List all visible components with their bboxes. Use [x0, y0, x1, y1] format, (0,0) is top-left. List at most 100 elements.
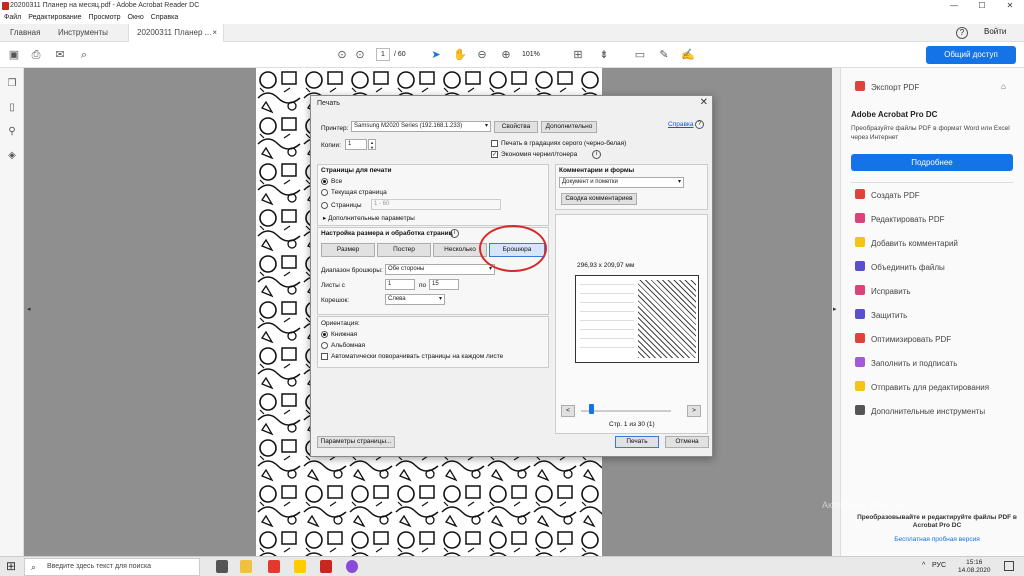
- ink-save-checkbox[interactable]: ✓: [491, 151, 498, 158]
- menu-view[interactable]: Просмотр: [89, 14, 121, 21]
- menu-file[interactable]: Файл: [4, 14, 21, 21]
- layers-icon[interactable]: ◈: [5, 150, 19, 164]
- tool-item[interactable]: Добавить комментарий: [855, 236, 1023, 252]
- sheets-from-input[interactable]: 1: [385, 279, 415, 290]
- acrobat-taskbar-icon[interactable]: [320, 560, 332, 573]
- export-pdf-item[interactable]: Экспорт PDF: [855, 80, 1023, 96]
- print-icon[interactable]: ⎙: [28, 47, 44, 63]
- save-icon[interactable]: ▣: [6, 47, 22, 63]
- preview-slider[interactable]: [581, 410, 671, 412]
- tool-item[interactable]: Отправить для редактирования: [855, 380, 1023, 396]
- auto-rotate-checkbox[interactable]: [321, 353, 328, 360]
- yandex-browser-icon[interactable]: [268, 560, 280, 573]
- sign-icon[interactable]: ✍: [680, 47, 696, 63]
- poster-button[interactable]: Постер: [377, 243, 431, 257]
- app-icon[interactable]: [346, 560, 358, 573]
- tool-item[interactable]: Объединить файлы: [855, 260, 1023, 276]
- comment-icon[interactable]: ▭: [632, 47, 648, 63]
- zoom-in-icon[interactable]: ⊕: [498, 47, 514, 63]
- cancel-button[interactable]: Отмена: [665, 436, 709, 448]
- zoom-out-icon[interactable]: ⊖: [474, 47, 490, 63]
- dialog-close-icon[interactable]: ✕: [700, 97, 708, 108]
- close-window-button[interactable]: ✕: [1000, 0, 1020, 12]
- menu-edit[interactable]: Редактирование: [28, 14, 81, 21]
- tool-item[interactable]: Заполнить и подписать: [855, 356, 1023, 372]
- copies-input[interactable]: 1: [345, 139, 367, 150]
- more-options-toggle[interactable]: ▸ Дополнительные параметры: [323, 214, 415, 222]
- binding-select[interactable]: Слева ▾: [385, 294, 445, 305]
- preview-slider-thumb[interactable]: [589, 404, 594, 414]
- share-button[interactable]: Общий доступ: [926, 46, 1016, 64]
- activation-watermark: Активация Windows: [822, 500, 905, 510]
- sign-in-link[interactable]: Войти: [984, 27, 1006, 36]
- fit-page-icon[interactable]: ⊞: [570, 47, 586, 63]
- tool-item[interactable]: Создать PDF: [855, 188, 1023, 204]
- size-button[interactable]: Размер: [321, 243, 375, 257]
- printer-select[interactable]: Samsung M2020 Series (192.168.1.233) ▾: [351, 121, 491, 132]
- menu-help[interactable]: Справка: [151, 14, 178, 21]
- file-explorer-icon[interactable]: [240, 560, 252, 573]
- tab-document[interactable]: 20200311 Планер ... ×: [128, 24, 224, 42]
- landscape-radio[interactable]: [321, 342, 328, 349]
- tool-item[interactable]: Исправить: [855, 284, 1023, 300]
- tab-close-icon[interactable]: ×: [212, 24, 217, 42]
- preview-prev-button[interactable]: <: [561, 405, 575, 417]
- tool-item[interactable]: Защитить: [855, 308, 1023, 324]
- clock[interactable]: 15:16 14.08.2020: [958, 559, 991, 575]
- tab-tools[interactable]: Инструменты: [50, 24, 116, 42]
- free-trial-link[interactable]: Бесплатная пробная версия: [851, 536, 1023, 543]
- page-range-radio[interactable]: [321, 202, 328, 209]
- scroll-mode-icon[interactable]: ⇟: [596, 47, 612, 63]
- tray-up-icon[interactable]: ^: [922, 562, 925, 569]
- next-page-icon[interactable]: ⊙: [352, 47, 368, 63]
- page-range-input[interactable]: 1 - 60: [371, 199, 501, 210]
- help-link[interactable]: Справка: [668, 121, 694, 128]
- task-view-icon[interactable]: [216, 560, 228, 573]
- sheets-to-input[interactable]: 15: [429, 279, 459, 290]
- grayscale-checkbox[interactable]: [491, 140, 498, 147]
- all-pages-radio[interactable]: [321, 178, 328, 185]
- help-circle-icon[interactable]: ?: [695, 120, 704, 129]
- maximize-button[interactable]: ☐: [972, 0, 992, 12]
- yandex-icon[interactable]: [294, 560, 306, 573]
- preview-next-button[interactable]: >: [687, 405, 701, 417]
- info-icon[interactable]: i: [592, 150, 601, 159]
- highlight-icon[interactable]: ✎: [656, 47, 672, 63]
- booklet-range-select[interactable]: Обе стороны ▾: [385, 264, 495, 275]
- page-thumbnails-icon[interactable]: ❐: [5, 78, 19, 92]
- collapse-left-icon[interactable]: ◂: [27, 305, 31, 313]
- pin-icon[interactable]: ⌂: [1001, 82, 1006, 91]
- minimize-button[interactable]: —: [944, 0, 964, 12]
- print-button[interactable]: Печать: [615, 436, 659, 448]
- attachment-icon[interactable]: ⚲: [5, 126, 19, 140]
- page-setup-button[interactable]: Параметры страницы...: [317, 436, 395, 448]
- menu-window[interactable]: Окно: [128, 14, 144, 21]
- portrait-radio[interactable]: [321, 331, 328, 338]
- prev-page-icon[interactable]: ⊙: [334, 47, 350, 63]
- copies-stepper[interactable]: ▲ ▼: [368, 139, 376, 150]
- windows-start-icon[interactable]: ⊞: [6, 560, 16, 573]
- hand-tool-icon[interactable]: ✋: [452, 47, 468, 63]
- help-icon[interactable]: ?: [956, 27, 968, 39]
- sizing-info-icon[interactable]: i: [450, 229, 459, 238]
- search-icon[interactable]: ⌕: [76, 47, 92, 63]
- notifications-icon[interactable]: [1004, 561, 1014, 571]
- comments-select[interactable]: Документ и пометки ▾: [559, 177, 684, 188]
- tool-item[interactable]: Редактировать PDF: [855, 212, 1023, 228]
- learn-more-button[interactable]: Подробнее: [851, 154, 1013, 171]
- collapse-right-icon[interactable]: ▸: [833, 305, 837, 313]
- taskbar-search[interactable]: ⌕ Введите здесь текст для поиска: [24, 558, 200, 576]
- email-icon[interactable]: ✉: [52, 47, 68, 63]
- zoom-level[interactable]: 101%: [522, 51, 540, 58]
- bookmark-icon[interactable]: ▯: [5, 102, 19, 116]
- properties-button[interactable]: Свойства: [494, 121, 538, 133]
- select-cursor-icon[interactable]: ➤: [428, 47, 444, 63]
- tool-item[interactable]: Дополнительные инструменты: [855, 404, 1023, 420]
- advanced-button[interactable]: Дополнительно: [541, 121, 597, 133]
- language-indicator[interactable]: РУС: [932, 562, 946, 569]
- tool-item[interactable]: Оптимизировать PDF: [855, 332, 1023, 348]
- summarize-comments-button[interactable]: Сводка комментариев: [561, 193, 637, 205]
- tab-home[interactable]: Главная: [2, 24, 48, 42]
- page-number-input[interactable]: 1: [376, 48, 390, 61]
- current-page-radio[interactable]: [321, 189, 328, 196]
